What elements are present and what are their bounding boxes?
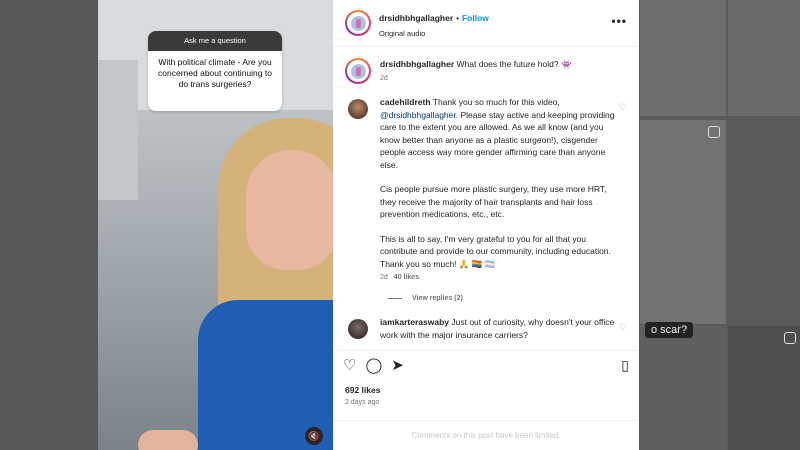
video-background-door [98, 60, 138, 200]
post-modal: Ask me a question With political climate… [98, 0, 639, 450]
comment-likes[interactable]: 40 likes [394, 274, 419, 281]
comment-item: iamkarteraswaby Just out of curiosity, w… [345, 316, 627, 342]
more-options-icon[interactable]: ••• [611, 15, 627, 27]
comment-mention-link[interactable]: @drsidhbhgallagher [380, 110, 456, 120]
video-subject-face [246, 150, 333, 270]
background-thumbnail[interactable] [728, 326, 800, 450]
post-header: drsidhbhgallagher • Follow Original audio … [333, 0, 639, 47]
question-sticker-text: With political climate - Are you concern… [158, 57, 272, 89]
post-caption: drsidhbhgallagher What does the future h… [345, 47, 627, 84]
action-bar: ♡ ◯ ➤ ▯ [333, 350, 639, 378]
background-thumbnail[interactable] [728, 0, 800, 116]
mute-icon: 🔇 [308, 430, 320, 441]
follow-button[interactable]: Follow [462, 13, 489, 23]
reel-icon [708, 126, 720, 138]
comment-item: cadehildreth Thank you so much for this … [345, 96, 627, 281]
view-replies-button[interactable]: View replies (2) [388, 295, 627, 302]
commenter-avatar[interactable] [348, 319, 368, 339]
reel-icon [784, 332, 796, 344]
comment-like-heart-icon[interactable]: ♡ [619, 322, 627, 333]
caption-text: What does the future hold? 👾 [456, 59, 572, 69]
caption-time: 2d [380, 74, 388, 82]
comment-paragraph: Cis people pursue more plastic surgery, … [380, 184, 607, 219]
question-sticker-header: Ask me a question [148, 31, 282, 51]
caption-avatar[interactable] [345, 58, 371, 84]
separator-dot: • [456, 14, 459, 23]
post-date: 2 days ago [345, 399, 380, 406]
comment-username[interactable]: iamkarteraswaby [380, 317, 449, 327]
background-thumbnail[interactable] [640, 120, 726, 324]
question-sticker: Ask me a question With political climate… [148, 31, 282, 111]
comment-paragraph: This is all to say, I'm very grateful to… [380, 233, 611, 269]
comments-limited-notice: Comments on this post have been limited. [333, 420, 639, 450]
video-subject-hand [138, 430, 198, 450]
avatar-image [350, 15, 366, 31]
share-icon[interactable]: ➤ [391, 356, 404, 374]
comment-like-heart-icon[interactable]: ♡ [619, 102, 627, 113]
mute-button[interactable]: 🔇 [305, 427, 323, 445]
view-replies-label: View replies (2) [412, 295, 463, 302]
comment-time: 2d [380, 274, 388, 281]
post-video[interactable]: Ask me a question With political climate… [98, 0, 333, 450]
background-left-area [0, 0, 98, 450]
save-icon[interactable]: ▯ [621, 357, 629, 374]
comment-icon[interactable]: ◯ [365, 356, 382, 374]
audio-link[interactable]: Original audio [379, 29, 489, 38]
commenter-avatar[interactable] [348, 99, 368, 119]
background-thumbnail[interactable] [640, 326, 726, 450]
comment-text-part: Thank you so much for this video, [432, 97, 560, 107]
author-avatar[interactable] [345, 10, 371, 36]
comment-username[interactable]: cadehildreth [380, 97, 431, 107]
author-username[interactable]: drsidhbhgallagher [379, 13, 453, 23]
background-thumbnail[interactable] [640, 0, 726, 116]
heart-icon[interactable]: ♡ [343, 356, 356, 374]
caption-username[interactable]: drsidhbhgallagher [380, 59, 454, 69]
like-count[interactable]: 692 likes [333, 385, 639, 395]
comments-list[interactable]: drsidhbhgallagher What does the future h… [333, 47, 639, 350]
thumbnail-caption: o scar? [645, 322, 694, 338]
replies-line [388, 298, 402, 299]
post-side-panel: drsidhbhgallagher • Follow Original audio … [333, 0, 639, 450]
